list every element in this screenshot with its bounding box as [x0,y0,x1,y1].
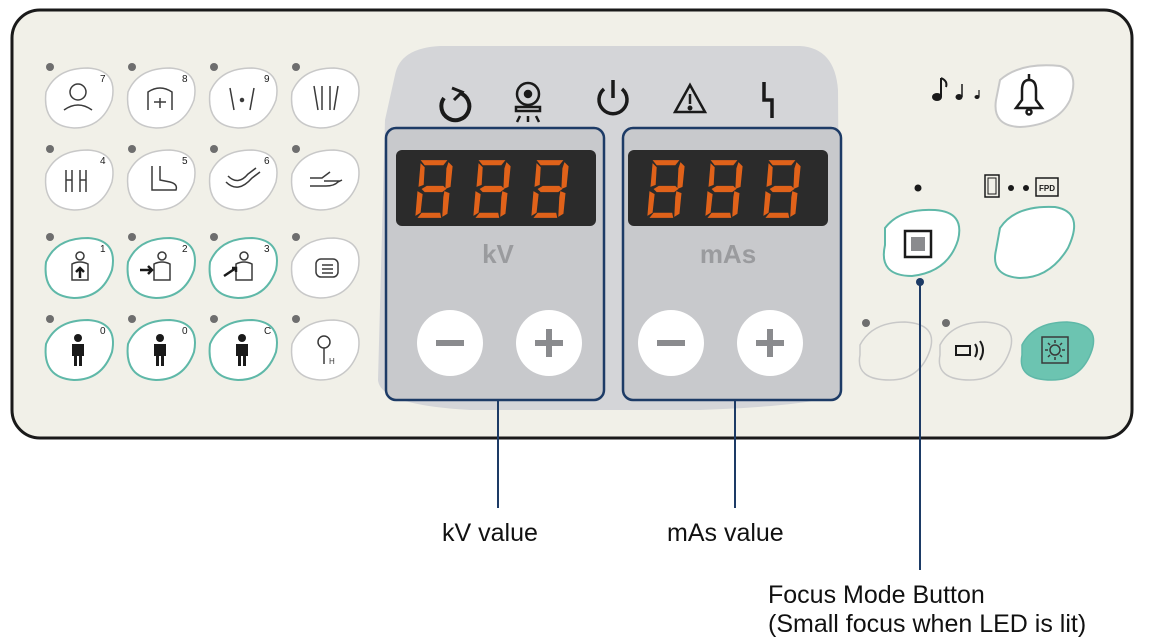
key-label: H [329,357,335,366]
preset-led [46,63,54,71]
kv-unit-label: kV [482,239,514,269]
preset-led [128,145,136,153]
preset-number: 1 [100,244,106,255]
preset-number: 8 [182,74,188,85]
preset-led [292,63,300,71]
mas-value-callout: mAs value [667,519,784,547]
preset-number: 9 [264,74,270,85]
focus-mode-callout-note: (Small focus when LED is lit) [768,610,1087,638]
preset-number: 7 [100,74,106,85]
focus-leader-dot [916,278,924,286]
fpd-label: FPD [1039,184,1055,193]
control-panel-diagram: kV mAs 7 8 9 4 5 6 1 2 3 0 0 C H FPD [10,8,1134,570]
mas-minus-button[interactable] [638,310,704,376]
preset-led [128,63,136,71]
preset-led [210,233,218,241]
preset-led [128,233,136,241]
mas-plus-button[interactable] [737,310,803,376]
kv-minus-button[interactable] [417,310,483,376]
preset-number: 0 [182,326,188,337]
preset-led [128,315,136,323]
preset-led [292,145,300,153]
preset-number: 5 [182,156,188,167]
preset-led [46,233,54,241]
preset-led [210,145,218,153]
preset-number: 6 [264,156,270,167]
preset-led [210,63,218,71]
preset-led [292,233,300,241]
preset-number: 2 [182,244,188,255]
focus-mode-callout-title: Focus Mode Button [768,581,985,609]
preset-led [210,315,218,323]
kv-plus-button[interactable] [516,310,582,376]
kv-value-callout: kV value [442,519,538,547]
preset-led [292,315,300,323]
preset-led [46,315,54,323]
mas-unit-label: mAs [700,239,756,269]
preset-number: 3 [264,244,270,255]
preset-number: 0 [100,326,106,337]
preset-number: 4 [100,156,106,167]
preset-led [46,145,54,153]
focus-led-indicator [914,184,922,192]
preset-number: C [264,326,271,337]
